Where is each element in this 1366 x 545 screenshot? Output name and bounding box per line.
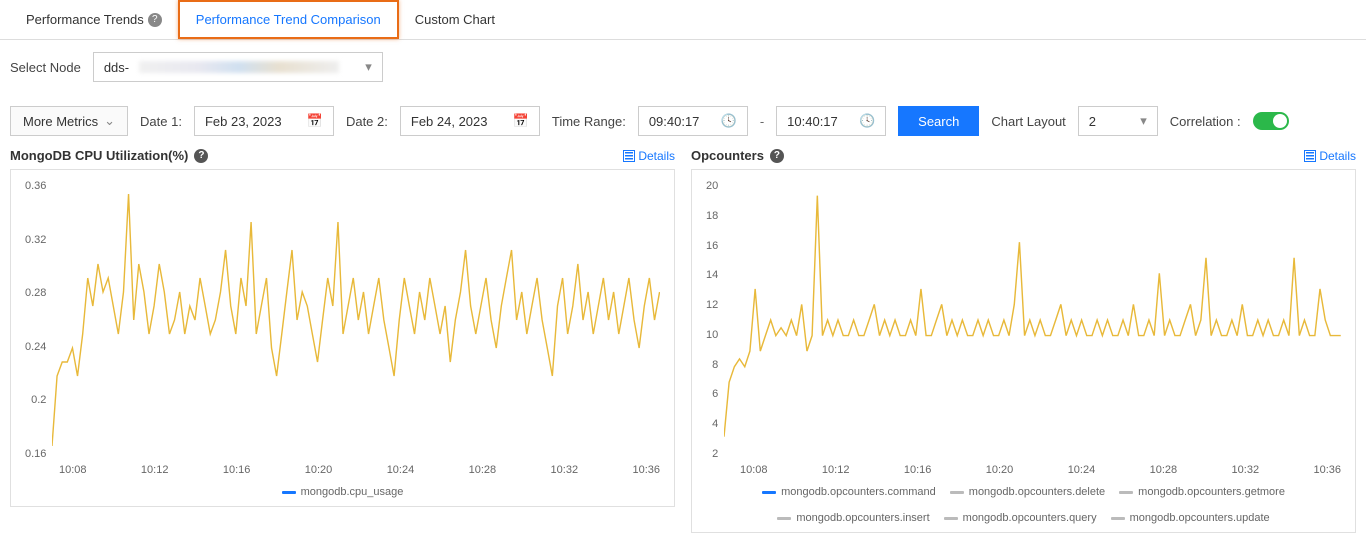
chart-cpu-box: 0.360.320.280.240.20.16 10:0810:1210:161… — [10, 169, 675, 507]
controls-row: More Metrics ⌄ Date 1: Feb 23, 2023 📅 Da… — [0, 94, 1366, 148]
chart-layout-select[interactable]: 2 — [1078, 106, 1158, 136]
chart-op-svg — [724, 180, 1341, 460]
time-to-value: 10:40:17 — [787, 114, 838, 129]
date1-value: Feb 23, 2023 — [205, 114, 282, 129]
chart-layout-value: 2 — [1089, 114, 1096, 129]
select-node-label: Select Node — [10, 60, 81, 75]
calendar-icon: 📅 — [513, 113, 529, 129]
chart-op-panel: Opcounters ? Details 2018161412108642 10… — [691, 148, 1356, 533]
date2-input[interactable]: Feb 24, 2023 📅 — [400, 106, 540, 136]
node-id-redacted — [139, 61, 339, 73]
details-icon — [1304, 150, 1316, 162]
more-metrics-button[interactable]: More Metrics ⌄ — [10, 106, 128, 136]
calendar-icon: 📅 — [307, 113, 323, 129]
chart-op-header: Opcounters ? Details — [691, 148, 1356, 163]
search-button-label: Search — [918, 114, 959, 129]
details-label: Details — [638, 149, 675, 163]
chart-op-details-link[interactable]: Details — [1304, 149, 1356, 163]
chart-layout-label: Chart Layout — [991, 114, 1065, 129]
clock-icon: 🕓 — [859, 113, 875, 129]
chevron-down-icon: ⌄ — [104, 113, 115, 129]
chart-cpu-title: MongoDB CPU Utilization(%) — [10, 148, 188, 163]
chart-cpu-details-link[interactable]: Details — [623, 149, 675, 163]
date1-label: Date 1: — [140, 114, 182, 129]
correlation-toggle[interactable] — [1253, 112, 1289, 130]
help-icon[interactable]: ? — [770, 149, 784, 163]
date1-input[interactable]: Feb 23, 2023 📅 — [194, 106, 334, 136]
date2-value: Feb 24, 2023 — [411, 114, 488, 129]
chart-cpu-svg — [52, 180, 660, 460]
chart-cpu-panel: MongoDB CPU Utilization(%) ? Details 0.3… — [10, 148, 675, 533]
tab-custom-chart[interactable]: Custom Chart — [399, 0, 511, 39]
correlation-label: Correlation : — [1170, 114, 1241, 129]
chart-op-title: Opcounters — [691, 148, 764, 163]
date2-label: Date 2: — [346, 114, 388, 129]
chart-op-plot: 2018161412108642 — [706, 180, 1341, 460]
clock-icon: 🕓 — [721, 113, 737, 129]
help-icon[interactable]: ? — [194, 149, 208, 163]
time-range-label: Time Range: — [552, 114, 626, 129]
more-metrics-label: More Metrics — [23, 114, 98, 129]
time-from-value: 09:40:17 — [649, 114, 700, 129]
time-to-input[interactable]: 10:40:17 🕓 — [776, 106, 886, 136]
chart-cpu-yaxis: 0.360.320.280.240.20.16 — [25, 180, 52, 460]
details-icon — [623, 150, 635, 162]
details-label: Details — [1319, 149, 1356, 163]
chart-cpu-plot: 0.360.320.280.240.20.16 — [25, 180, 660, 460]
tabs: Performance Trends ? Performance Trend C… — [0, 0, 1366, 40]
chart-cpu-legend: mongodb.cpu_usage — [25, 486, 660, 498]
tab-performance-trend-comparison[interactable]: Performance Trend Comparison — [178, 0, 399, 39]
node-select[interactable]: dds- — [93, 52, 383, 82]
tab-performance-trends[interactable]: Performance Trends ? — [10, 0, 178, 39]
chart-op-yaxis: 2018161412108642 — [706, 180, 724, 460]
chart-op-legend: mongodb.opcounters.commandmongodb.opcoun… — [706, 486, 1341, 524]
tab-label: Performance Trend Comparison — [196, 12, 381, 27]
help-icon[interactable]: ? — [148, 13, 162, 27]
node-prefix: dds- — [104, 60, 129, 75]
charts-container: MongoDB CPU Utilization(%) ? Details 0.3… — [0, 148, 1366, 545]
chart-cpu-xaxis: 10:0810:1210:1610:2010:2410:2810:3210:36 — [25, 464, 660, 476]
chart-op-box: 2018161412108642 10:0810:1210:1610:2010:… — [691, 169, 1356, 533]
chart-op-xaxis: 10:0810:1210:1610:2010:2410:2810:3210:36 — [706, 464, 1341, 476]
time-range-separator: - — [760, 114, 764, 129]
node-select-row: Select Node dds- — [0, 40, 1366, 94]
tab-label: Performance Trends — [26, 12, 144, 27]
search-button[interactable]: Search — [898, 106, 979, 136]
tab-label: Custom Chart — [415, 12, 495, 27]
chart-cpu-header: MongoDB CPU Utilization(%) ? Details — [10, 148, 675, 163]
time-from-input[interactable]: 09:40:17 🕓 — [638, 106, 748, 136]
